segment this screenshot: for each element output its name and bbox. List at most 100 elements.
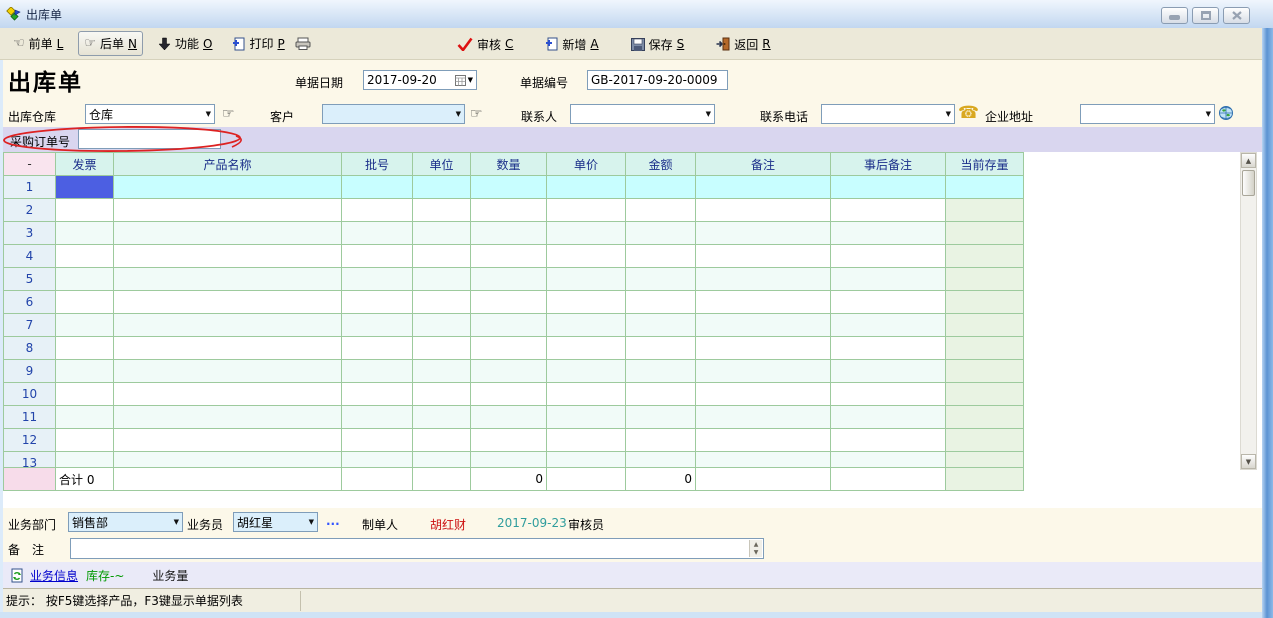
row-number-cell[interactable]: 6 xyxy=(4,291,56,314)
grid-cell[interactable] xyxy=(342,314,413,337)
grid-cell[interactable] xyxy=(342,245,413,268)
row-number-cell[interactable]: 12 xyxy=(4,429,56,452)
purchase-order-input[interactable] xyxy=(78,129,221,149)
grid-cell[interactable] xyxy=(946,406,1024,429)
dept-select[interactable]: 销售部 ▼ xyxy=(68,512,183,532)
grid-cell[interactable] xyxy=(946,314,1024,337)
grid-cell[interactable] xyxy=(946,199,1024,222)
grid-cell[interactable] xyxy=(413,245,471,268)
grid-cell[interactable] xyxy=(342,360,413,383)
grid-cell[interactable] xyxy=(547,429,626,452)
scroll-thumb[interactable] xyxy=(1242,170,1255,196)
grid-cell[interactable] xyxy=(342,337,413,360)
grid-cell[interactable] xyxy=(696,406,831,429)
grid-cell[interactable] xyxy=(831,199,946,222)
row-number-cell[interactable]: 8 xyxy=(4,337,56,360)
row-number-cell[interactable]: 9 xyxy=(4,360,56,383)
grid-cell[interactable] xyxy=(547,268,626,291)
grid-cell[interactable] xyxy=(56,406,114,429)
grid-cell[interactable] xyxy=(114,429,342,452)
return-button[interactable]: 返回R xyxy=(711,33,775,56)
grid-cell[interactable] xyxy=(831,291,946,314)
grid-cell[interactable] xyxy=(831,176,946,199)
grid-cell[interactable] xyxy=(547,176,626,199)
grid-cell[interactable] xyxy=(626,383,696,406)
grid-cell[interactable] xyxy=(471,452,547,468)
grid-cell[interactable] xyxy=(56,337,114,360)
grid-cell[interactable] xyxy=(56,245,114,268)
grid-cell[interactable] xyxy=(831,406,946,429)
grid-cell[interactable] xyxy=(696,337,831,360)
maximize-button[interactable] xyxy=(1192,7,1219,24)
doc-number-input[interactable]: GB-2017-09-20-0009 xyxy=(587,70,728,90)
grid-cell[interactable] xyxy=(342,429,413,452)
grid-cell[interactable] xyxy=(696,245,831,268)
grid-cell[interactable] xyxy=(946,291,1024,314)
row-number-cell[interactable]: 13 xyxy=(4,452,56,468)
remark-input[interactable]: ▲ ▼ xyxy=(70,538,764,559)
grid-cell[interactable] xyxy=(696,222,831,245)
grid-cell[interactable] xyxy=(56,360,114,383)
grid-cell[interactable] xyxy=(547,452,626,468)
grid-cell[interactable] xyxy=(114,360,342,383)
row-number-cell[interactable]: 3 xyxy=(4,222,56,245)
grid-cell[interactable] xyxy=(342,268,413,291)
grid-cell[interactable] xyxy=(56,268,114,291)
grid-cell[interactable] xyxy=(831,337,946,360)
grid-cell[interactable] xyxy=(56,222,114,245)
grid-cell[interactable] xyxy=(696,314,831,337)
add-button[interactable]: 新增A xyxy=(540,33,603,56)
grid-cell[interactable] xyxy=(56,429,114,452)
grid-cell[interactable] xyxy=(471,291,547,314)
scroll-down-button[interactable]: ▼ xyxy=(1241,454,1256,469)
grid-cell[interactable] xyxy=(471,360,547,383)
grid-cell[interactable] xyxy=(547,291,626,314)
grid-cell[interactable] xyxy=(471,429,547,452)
grid-cell[interactable] xyxy=(56,314,114,337)
prev-doc-button[interactable]: ☜ 前单L xyxy=(8,32,68,55)
grid-cell[interactable] xyxy=(413,314,471,337)
grid-cell[interactable] xyxy=(413,291,471,314)
grid-cell[interactable] xyxy=(342,199,413,222)
next-doc-button[interactable]: ☞ 后单N xyxy=(78,31,143,56)
grid-cell[interactable] xyxy=(114,291,342,314)
grid-cell[interactable] xyxy=(56,383,114,406)
grid-cell[interactable] xyxy=(626,222,696,245)
warehouse-select[interactable]: 仓库 ▼ xyxy=(85,104,215,124)
grid-cell[interactable] xyxy=(547,383,626,406)
grid-cell[interactable] xyxy=(114,383,342,406)
row-number-cell[interactable]: 4 xyxy=(4,245,56,268)
contact-select[interactable]: ▼ xyxy=(570,104,715,124)
grid-cell[interactable] xyxy=(413,268,471,291)
grid-cell[interactable] xyxy=(413,429,471,452)
grid-cell[interactable] xyxy=(56,291,114,314)
save-button[interactable]: 保存S xyxy=(626,33,690,56)
close-button[interactable] xyxy=(1223,7,1250,24)
minimize-button[interactable] xyxy=(1161,7,1188,24)
grid-cell[interactable] xyxy=(831,222,946,245)
grid-cell[interactable] xyxy=(626,268,696,291)
functions-button[interactable]: 功能O xyxy=(153,32,217,55)
grid-cell[interactable] xyxy=(946,268,1024,291)
grid-cell[interactable] xyxy=(626,452,696,468)
grid-cell[interactable] xyxy=(413,222,471,245)
grid-cell[interactable] xyxy=(413,176,471,199)
grid-cell[interactable] xyxy=(342,406,413,429)
grid-cell[interactable] xyxy=(547,222,626,245)
grid-cell[interactable] xyxy=(547,337,626,360)
remark-spinner[interactable]: ▲ ▼ xyxy=(749,540,762,557)
print-button[interactable]: 打印P xyxy=(227,32,289,55)
salesman-select[interactable]: 胡红星 ▼ xyxy=(233,512,318,532)
grid-cell[interactable] xyxy=(626,245,696,268)
grid-cell[interactable] xyxy=(114,452,342,468)
grid-cell[interactable] xyxy=(413,452,471,468)
grid-cell[interactable] xyxy=(413,360,471,383)
customer-picker-icon[interactable]: ☞ xyxy=(470,106,483,122)
grid-cell[interactable] xyxy=(626,176,696,199)
calendar-button[interactable]: ▼ xyxy=(455,75,473,86)
grid-cell[interactable] xyxy=(471,176,547,199)
grid-cell[interactable] xyxy=(114,268,342,291)
row-number-cell[interactable]: 10 xyxy=(4,383,56,406)
address-select[interactable]: ▼ xyxy=(1080,104,1215,124)
selected-cell[interactable] xyxy=(56,176,114,199)
